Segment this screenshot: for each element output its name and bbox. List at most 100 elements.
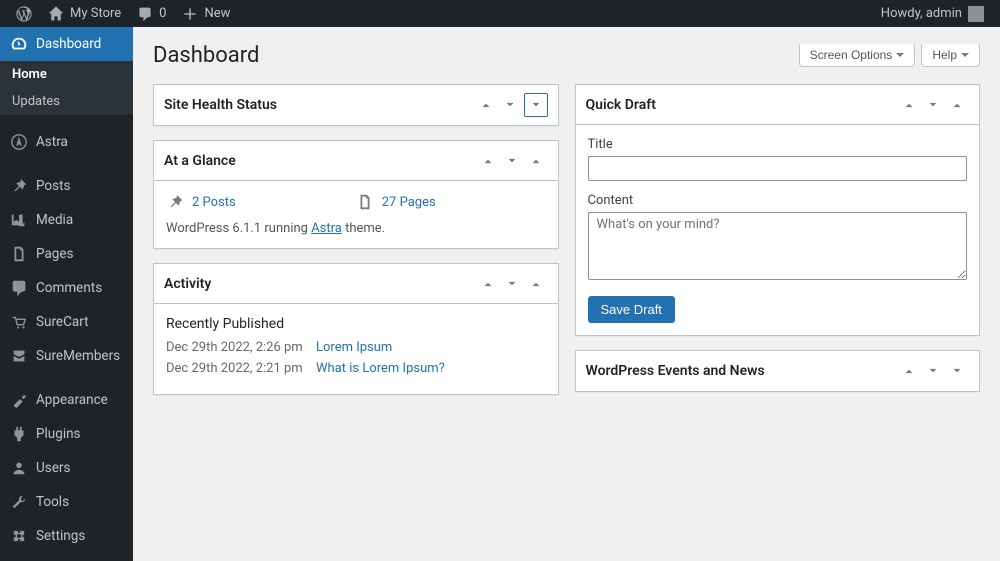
content-textarea[interactable] bbox=[588, 212, 968, 280]
plugins-icon bbox=[10, 425, 28, 443]
chevron-down-icon bbox=[529, 98, 543, 112]
admin-bar-left: My Store 0 New bbox=[8, 0, 238, 27]
toggle-panel-button[interactable] bbox=[524, 93, 548, 117]
my-account-menu[interactable]: Howdy, admin bbox=[873, 0, 992, 27]
postbox-actions bbox=[476, 272, 548, 296]
submenu-dashboard: Home Updates bbox=[0, 61, 133, 115]
wp-logo-menu[interactable] bbox=[8, 0, 40, 27]
activity-date: Dec 29th 2022, 2:21 pm bbox=[166, 361, 306, 376]
toggle-panel-button[interactable] bbox=[945, 359, 969, 383]
page-title: Dashboard bbox=[153, 35, 259, 76]
menu-comments[interactable]: Comments bbox=[0, 271, 133, 305]
chevron-down-icon bbox=[926, 98, 940, 112]
title-label: Title bbox=[588, 137, 968, 152]
theme-link[interactable]: Astra bbox=[311, 221, 342, 236]
move-up-button[interactable] bbox=[897, 359, 921, 383]
chevron-up-icon bbox=[481, 277, 495, 291]
postbox-actions bbox=[897, 93, 969, 117]
move-up-button[interactable] bbox=[476, 272, 500, 296]
site-name-menu[interactable]: My Store bbox=[40, 0, 129, 27]
menu-astra[interactable]: Astra bbox=[0, 125, 133, 159]
menu-label: Plugins bbox=[36, 426, 81, 442]
move-up-button[interactable] bbox=[474, 93, 498, 117]
postbox-body: Recently Published Dec 29th 2022, 2:26 p… bbox=[154, 304, 558, 394]
menu-label: SureCart bbox=[36, 314, 89, 330]
chevron-up-icon bbox=[950, 98, 964, 112]
title-field: Title bbox=[588, 137, 968, 181]
activity-link[interactable]: Lorem Ipsum bbox=[316, 340, 392, 355]
menu-pages[interactable]: Pages bbox=[0, 237, 133, 271]
submenu-updates[interactable]: Updates bbox=[0, 88, 133, 115]
menu-suremembers[interactable]: SureMembers bbox=[0, 339, 133, 373]
site-name-label: My Store bbox=[70, 6, 121, 21]
menu-plugins[interactable]: Plugins bbox=[0, 417, 133, 451]
glance-footer: WordPress 6.1.1 running Astra theme. bbox=[166, 221, 546, 236]
tools-icon bbox=[10, 493, 28, 511]
move-down-button[interactable] bbox=[498, 93, 522, 117]
activity-subtitle: Recently Published bbox=[166, 316, 546, 332]
menu-users[interactable]: Users bbox=[0, 451, 133, 485]
screen-meta: Screen Options Help bbox=[799, 44, 980, 67]
postbox-actions bbox=[476, 149, 548, 173]
move-up-button[interactable] bbox=[897, 93, 921, 117]
glance-pages: 27 Pages bbox=[356, 193, 546, 211]
howdy-text: Howdy, admin bbox=[881, 6, 962, 21]
content-area: Dashboard Screen Options Help Site Healt… bbox=[133, 27, 1000, 561]
glance-posts: 2 Posts bbox=[166, 193, 356, 211]
admin-bar: My Store 0 New Howdy, admin bbox=[0, 0, 1000, 27]
chevron-up-icon bbox=[481, 154, 495, 168]
move-down-button[interactable] bbox=[500, 149, 524, 173]
postbox-header: Activity bbox=[154, 264, 558, 304]
activity-link[interactable]: What is Lorem Ipsum? bbox=[316, 361, 445, 376]
content-label: Content bbox=[588, 193, 968, 208]
postbox-title: Activity bbox=[164, 276, 211, 292]
pages-link[interactable]: 27 Pages bbox=[382, 195, 436, 210]
avatar bbox=[968, 6, 984, 22]
posts-link[interactable]: 2 Posts bbox=[192, 195, 236, 210]
postbox-body: 2 Posts 27 Pages WordPress 6.1.1 running… bbox=[154, 181, 558, 248]
postbox-header: Quick Draft bbox=[576, 85, 980, 125]
menu-surecart[interactable]: SureCart bbox=[0, 305, 133, 339]
menu-label: SureMembers bbox=[36, 348, 120, 364]
chevron-down-icon bbox=[950, 364, 964, 378]
comments-menu[interactable]: 0 bbox=[129, 0, 174, 27]
dashboard-icon bbox=[10, 35, 28, 53]
chevron-down-icon bbox=[896, 53, 904, 61]
menu-appearance[interactable]: Appearance bbox=[0, 383, 133, 417]
menu-tools[interactable]: Tools bbox=[0, 485, 133, 519]
move-down-button[interactable] bbox=[921, 359, 945, 383]
new-content-menu[interactable]: New bbox=[174, 0, 238, 27]
column-left: Site Health Status At a Glance bbox=[153, 84, 559, 409]
pages-icon bbox=[356, 193, 374, 211]
menu-label: Pages bbox=[36, 246, 74, 262]
menu-media[interactable]: Media bbox=[0, 203, 133, 237]
menu-dashboard[interactable]: Dashboard bbox=[0, 27, 133, 61]
screen-options-button[interactable]: Screen Options bbox=[799, 44, 916, 67]
toggle-panel-button[interactable] bbox=[524, 272, 548, 296]
submenu-home[interactable]: Home bbox=[0, 61, 133, 88]
save-draft-button[interactable]: Save Draft bbox=[588, 296, 675, 323]
activity-row: Dec 29th 2022, 2:21 pm What is Lorem Ips… bbox=[166, 361, 546, 376]
postbox-title: At a Glance bbox=[164, 153, 236, 169]
chevron-up-icon bbox=[529, 277, 543, 291]
menu-label: Appearance bbox=[36, 392, 108, 408]
chevron-down-icon bbox=[503, 98, 517, 112]
move-up-button[interactable] bbox=[476, 149, 500, 173]
surecart-icon bbox=[10, 313, 28, 331]
toggle-panel-button[interactable] bbox=[524, 149, 548, 173]
help-button[interactable]: Help bbox=[921, 44, 980, 67]
events-news-box: WordPress Events and News bbox=[575, 350, 981, 392]
move-down-button[interactable] bbox=[500, 272, 524, 296]
comment-icon bbox=[10, 279, 28, 297]
menu-settings[interactable]: Settings bbox=[0, 519, 133, 553]
title-input[interactable] bbox=[588, 156, 968, 181]
menu-posts[interactable]: Posts bbox=[0, 169, 133, 203]
column-right: Quick Draft Title Content bbox=[575, 84, 981, 409]
postbox-header: Site Health Status bbox=[154, 85, 558, 125]
users-icon bbox=[10, 459, 28, 477]
toggle-panel-button[interactable] bbox=[945, 93, 969, 117]
wordpress-icon bbox=[16, 6, 32, 22]
suremembers-icon bbox=[10, 347, 28, 365]
move-down-button[interactable] bbox=[921, 93, 945, 117]
menu-label: Tools bbox=[36, 494, 69, 510]
